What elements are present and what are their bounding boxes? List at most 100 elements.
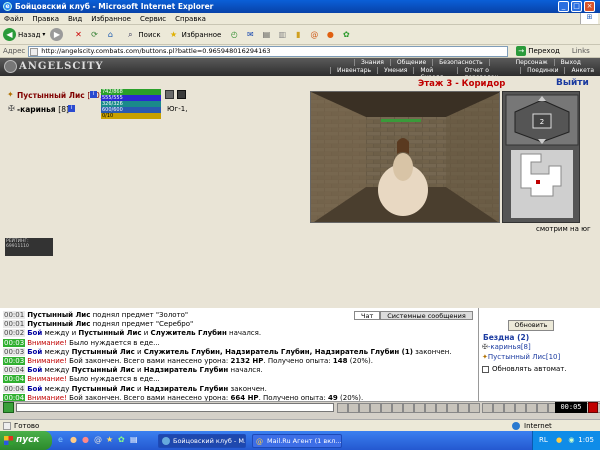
- folder-icon[interactable]: ▮: [292, 29, 304, 41]
- stop-icon[interactable]: ✕: [72, 29, 84, 41]
- chat-log[interactable]: 00:01 Пустынный Лис поднял предмет "Золот…: [0, 308, 478, 401]
- room-user[interactable]: ✦Пустынный Лис[10]: [482, 353, 560, 361]
- task-browser[interactable]: Бойцовский клуб - М...: [158, 434, 246, 448]
- messenger-icon[interactable]: ●: [324, 29, 336, 41]
- nav-battles[interactable]: Поединки: [520, 67, 564, 74]
- task-mailru[interactable]: @ Mail.Ru Агент (1 вкл...: [252, 434, 342, 448]
- refresh-button[interactable]: Обновить: [508, 320, 554, 331]
- info-icon[interactable]: i: [68, 105, 75, 112]
- shield-icon[interactable]: [469, 403, 480, 413]
- effect-icon[interactable]: [165, 90, 174, 99]
- chat-player-name[interactable]: Служитель Глубин: [151, 329, 227, 337]
- links-button[interactable]: Links: [572, 47, 590, 55]
- clear-icon[interactable]: [348, 403, 359, 413]
- info-icon[interactable]: i: [90, 91, 97, 98]
- chat-input[interactable]: [16, 403, 334, 412]
- chat-player-name[interactable]: Служитель Глубин, Надзиратель Глубин, На…: [144, 348, 413, 356]
- chat-player-name[interactable]: 664 HP: [231, 394, 259, 401]
- trade-icon[interactable]: [526, 403, 537, 413]
- mail-icon[interactable]: [537, 403, 548, 413]
- exit-game-icon[interactable]: [588, 402, 598, 413]
- chat-player-name[interactable]: Пустынный Лис: [72, 366, 135, 374]
- log-icon[interactable]: [425, 403, 436, 413]
- go-button[interactable]: → Переход: [516, 46, 560, 56]
- room-user[interactable]: ✠-каринья[8]: [482, 343, 531, 351]
- exit-link[interactable]: Выйти: [556, 78, 589, 88]
- scroll-icon[interactable]: [414, 403, 425, 413]
- smiley-icon[interactable]: [337, 403, 348, 413]
- quicklaunch-icon[interactable]: ●: [70, 435, 77, 444]
- mail-icon[interactable]: ✉: [244, 29, 256, 41]
- menu-file[interactable]: Файл: [4, 15, 23, 23]
- nav-character[interactable]: Персонаж: [488, 59, 554, 66]
- forward-button[interactable]: ▶: [50, 28, 65, 41]
- sound-icon[interactable]: [370, 403, 381, 413]
- auto-refresh-option[interactable]: Обновлять автомат.: [482, 365, 567, 373]
- start-button[interactable]: пуск: [0, 431, 52, 450]
- favorites-button[interactable]: ★ Избранное: [166, 29, 221, 41]
- nav-profile[interactable]: Анкета: [564, 67, 600, 74]
- help-icon[interactable]: [504, 403, 515, 413]
- tray-icon[interactable]: ◉: [568, 436, 574, 444]
- refresh-icon[interactable]: ⟳: [88, 29, 100, 41]
- menu-favorites[interactable]: Избранное: [91, 15, 131, 23]
- chat-player-name[interactable]: Пустынный Лис: [72, 348, 135, 356]
- quicklaunch-icon[interactable]: ★: [106, 435, 113, 444]
- chat-player-name[interactable]: Надзиратель Глубин: [144, 366, 229, 374]
- map-icon[interactable]: [482, 403, 493, 413]
- chat-battle-link[interactable]: Бой: [27, 329, 42, 337]
- private-icon[interactable]: [381, 403, 392, 413]
- auto-refresh-checkbox[interactable]: [482, 365, 489, 373]
- filter-icon[interactable]: [359, 403, 370, 413]
- quicklaunch-icon[interactable]: ▤: [130, 435, 138, 444]
- quicklaunch-icon[interactable]: ✿: [118, 435, 125, 444]
- mailru-icon[interactable]: @: [308, 29, 320, 41]
- color-icon[interactable]: [403, 403, 414, 413]
- tab-chat[interactable]: Чат: [354, 311, 381, 320]
- nav-inventory[interactable]: Инвентарь: [330, 67, 377, 74]
- companion-name[interactable]: -каринья [8]: [17, 105, 69, 114]
- chat-battle-link[interactable]: Бой: [27, 348, 42, 356]
- chat-battle-link[interactable]: Бой: [27, 366, 42, 374]
- back-button[interactable]: ◀ Назад ▾: [3, 28, 45, 41]
- nav-communication[interactable]: Общение: [389, 59, 432, 66]
- chat-player-name[interactable]: 148: [333, 357, 348, 365]
- effect-icon-2[interactable]: [177, 90, 186, 99]
- language-indicator[interactable]: RL: [539, 436, 548, 444]
- print-icon[interactable]: ▤: [260, 29, 272, 41]
- menu-help[interactable]: Справка: [175, 15, 206, 23]
- search-button[interactable]: ⌕ Поиск: [122, 29, 160, 41]
- chat-status-icon[interactable]: [3, 402, 14, 413]
- dungeon-view[interactable]: [310, 91, 500, 223]
- chat-player-name[interactable]: Пустынный Лис: [27, 320, 90, 328]
- tray-icon[interactable]: ●: [556, 436, 562, 444]
- nav-exit[interactable]: Выход: [553, 59, 587, 66]
- chat-battle-link[interactable]: Бой: [27, 385, 42, 393]
- settings-icon[interactable]: [436, 403, 447, 413]
- menu-tools[interactable]: Сервис: [140, 15, 166, 23]
- gear-icon[interactable]: [493, 403, 504, 413]
- nav-knowledge[interactable]: Знания: [354, 59, 390, 66]
- close-button[interactable]: ×: [584, 1, 595, 12]
- nav-transfers[interactable]: Отчет о переводах: [457, 67, 520, 81]
- maximize-button[interactable]: □: [571, 1, 582, 12]
- edit-icon[interactable]: ▥: [276, 29, 288, 41]
- quicklaunch-ie-icon[interactable]: e: [58, 435, 63, 444]
- minimap[interactable]: 2: [502, 91, 580, 223]
- chat-player-name[interactable]: Пустынный Лис: [27, 311, 90, 319]
- chat-player-name[interactable]: Пустынный Лис: [78, 329, 141, 337]
- menu-view[interactable]: Вид: [68, 15, 82, 23]
- menu-edit[interactable]: Правка: [32, 15, 59, 23]
- tab-system-messages[interactable]: Системные сообщения: [380, 311, 473, 320]
- book-icon[interactable]: [515, 403, 526, 413]
- address-input[interactable]: http://angelscity.combats.com/buttons.pl…: [28, 45, 509, 57]
- chat-player-name[interactable]: Пустынный Лис: [72, 385, 135, 393]
- nav-skills[interactable]: Умения: [377, 67, 413, 74]
- nav-scroll[interactable]: Мой Скролл: [413, 67, 457, 81]
- sword-icon[interactable]: [458, 403, 469, 413]
- quicklaunch-icon[interactable]: ●: [82, 435, 89, 444]
- chat-player-name[interactable]: 2132 HP: [231, 357, 264, 365]
- home-icon[interactable]: ⌂: [104, 29, 116, 41]
- translit-icon[interactable]: [392, 403, 403, 413]
- minimize-button[interactable]: _: [558, 1, 569, 12]
